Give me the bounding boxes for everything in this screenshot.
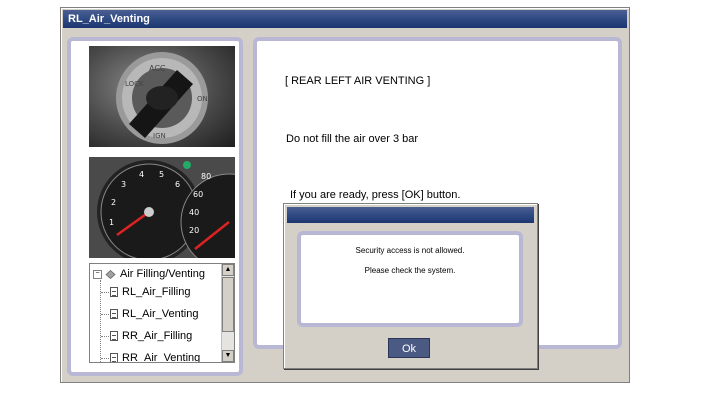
svg-text:ON: ON	[197, 95, 208, 103]
dialog-titlebar	[287, 207, 534, 223]
svg-text:60: 60	[193, 190, 203, 199]
window-title: RL_Air_Venting	[63, 10, 627, 28]
tree-root-air-filling-venting[interactable]: − Air Filling/Venting	[93, 268, 205, 280]
dashboard-gauge-image: 1 2 3 4 5 6 80 60 40 20	[89, 157, 235, 258]
diamond-folder-icon	[105, 269, 116, 279]
left-panel: ACC LOCK ON IGN 1 2 3 4 5 6 80 60 40 20 …	[67, 37, 243, 376]
svg-text:40: 40	[189, 208, 199, 217]
ready-prompt: If you are ready, press [OK] button.	[290, 189, 461, 201]
scroll-down-icon[interactable]: ▼	[222, 350, 234, 362]
instruction-text: Do not fill the air over 3 bar	[286, 133, 419, 145]
svg-text:6: 6	[175, 180, 180, 189]
ignition-key-image: ACC LOCK ON IGN	[89, 46, 235, 147]
tree-scrollbar[interactable]: ▲ ▼	[221, 264, 234, 362]
scroll-thumb[interactable]	[222, 277, 234, 332]
main-window: RL_Air_Venting ACC LOCK ON IGN 1 2 3 4 5…	[60, 7, 630, 383]
svg-text:5: 5	[159, 170, 164, 179]
tree-item-label: RR_Air_Filling	[122, 330, 193, 342]
svg-text:ACC: ACC	[149, 64, 166, 73]
svg-text:IGN: IGN	[153, 132, 166, 140]
tree-item-label: RL_Air_Venting	[122, 308, 199, 320]
tree-root-label: Air Filling/Venting	[120, 268, 205, 280]
tree-item-label: RL_Air_Filling	[122, 286, 191, 298]
svg-text:3: 3	[121, 180, 126, 189]
tree-connector	[101, 358, 109, 359]
document-icon	[110, 287, 118, 297]
function-tree: − Air Filling/Venting RL_Air_Filling RL_…	[89, 263, 235, 363]
tree-item-rl-air-filling[interactable]: RL_Air_Filling	[110, 286, 190, 298]
svg-text:2: 2	[111, 198, 116, 207]
tree-connector	[101, 292, 109, 293]
dialog-message-box: Security access is not allowed. Please c…	[297, 231, 523, 327]
procedure-header: [ REAR LEFT AIR VENTING ]	[285, 75, 431, 87]
document-icon	[110, 353, 118, 362]
scroll-up-icon[interactable]: ▲	[222, 264, 234, 276]
ok-button[interactable]: Ok	[388, 338, 430, 358]
dialog-line-1: Security access is not allowed.	[355, 246, 465, 255]
tree-connector	[101, 336, 109, 337]
dialog-line-2: Please check the system.	[364, 266, 456, 275]
tree-connector	[101, 314, 109, 315]
document-icon	[110, 309, 118, 319]
minus-box-icon[interactable]: −	[93, 269, 102, 279]
security-dialog: Security access is not allowed. Please c…	[283, 203, 538, 369]
tree-item-rl-air-venting[interactable]: RL_Air_Venting	[110, 308, 198, 320]
svg-text:1: 1	[109, 218, 114, 227]
document-icon	[110, 331, 118, 341]
svg-text:4: 4	[139, 170, 144, 179]
tree-item-rr-air-venting[interactable]: RR_Air_Venting	[110, 352, 201, 363]
tree-item-rr-air-filling[interactable]: RR_Air_Filling	[110, 330, 192, 342]
svg-text:80: 80	[201, 172, 211, 181]
tree-item-label: RR_Air_Venting	[122, 352, 201, 363]
svg-text:20: 20	[189, 226, 199, 235]
svg-text:LOCK: LOCK	[125, 80, 144, 88]
